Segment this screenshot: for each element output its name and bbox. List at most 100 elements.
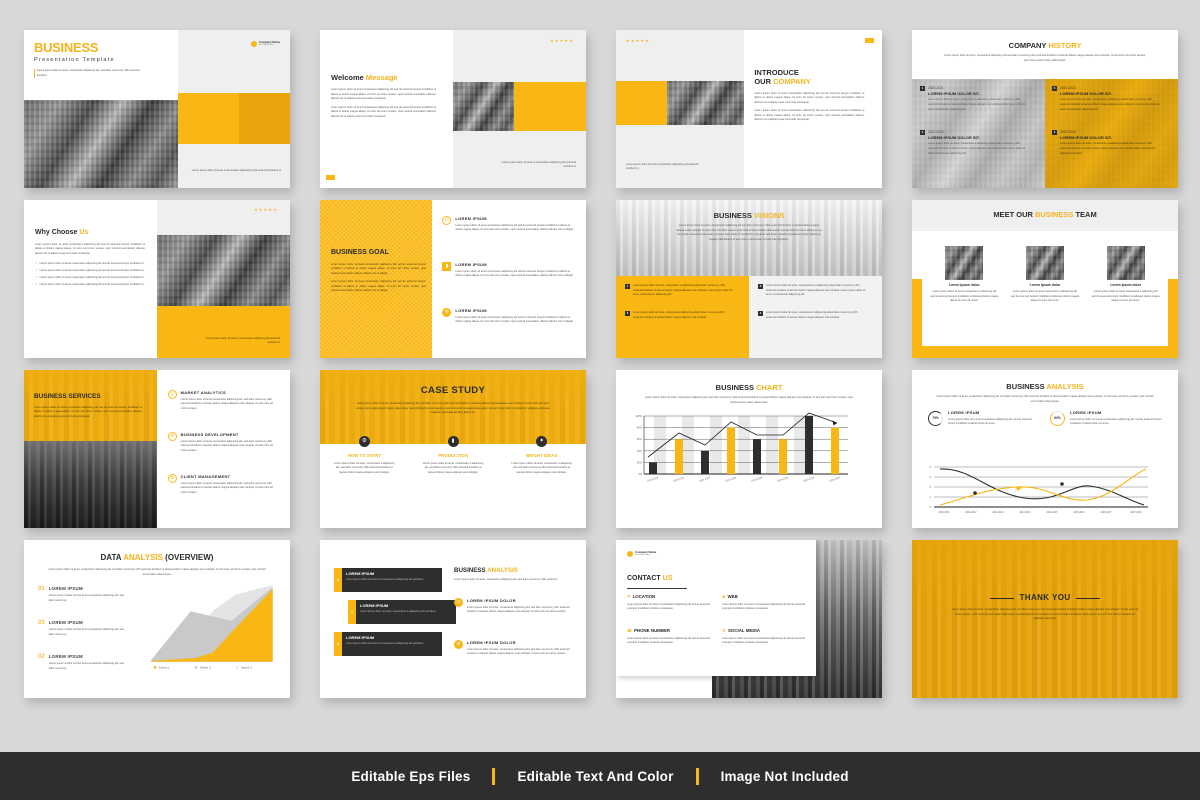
legend-label: Series 1 [159, 665, 170, 669]
contact-item[interactable]: ☎ PHONE NUMBER Lorem ipsum dolor sit ame… [627, 628, 712, 646]
history-item[interactable]: 4 2023-2024 LOREM IPSUM DOLOR SIT- Lorem… [1052, 130, 1162, 156]
analysis2-item[interactable]: ◎ LOREM IPSUM DOLOR Lorem ipsum dolor si… [454, 598, 572, 615]
page-title: BUSINESS ANALYSIS [454, 567, 518, 574]
history-item[interactable]: 2 2021-2022 LOREM IPSUM DOLOR SIT- Lorem… [920, 130, 1030, 156]
analysis2-item[interactable]: ⚙ LOREM IPSUM DOLOR Lorem ipsum dolor si… [454, 640, 572, 657]
logo-circle-icon [627, 551, 633, 558]
services-city-photo [24, 441, 157, 528]
slide-team[interactable]: MEET OUR BUSINESS TEAM Lorem Ipsum dolor… [912, 200, 1178, 358]
brand-tagline: Your Tagline Here [258, 44, 274, 47]
banner-item-3: Image Not Included [720, 768, 849, 784]
slide-business-chart[interactable]: BUSINESS CHART BUSINESS CHART Lorem ipsu… [616, 370, 882, 528]
chart-arrow-head [832, 420, 837, 426]
slide-cover[interactable]: BUSINESS Presentation Template Lorem ips… [24, 30, 290, 188]
dark-card[interactable]: 1 LOREM IPSUM Lorem ipsum dolor sit amet… [348, 600, 456, 624]
lightbulb-icon: ✦ [536, 436, 548, 447]
visions-item[interactable]: 1 Lorem ipsum dolor sit amet, consectetu… [625, 284, 733, 298]
brand-logo[interactable]: Company Name Your Tagline Here [627, 550, 656, 558]
bar-chart: 100% 80% 60% 40% 20% 0% 2019-2020 2020-2021 … [635, 412, 848, 483]
contact-item[interactable]: ⌘ SOCIAL MEDIA Lorem ipsum dolor sit ame… [722, 628, 807, 646]
slide-why-choose-us[interactable]: ★★★★★ Why Choose Us Lorem ipsum dolor si… [24, 200, 290, 358]
item-number: 1 [920, 86, 925, 91]
item-body: Lorem ipsum dolor sit amet a consectetur… [722, 636, 805, 645]
slide-business-analysis[interactable]: BUSINESS ANALYSIS Lorem ipsum dolor sit … [912, 370, 1178, 528]
item-body: Lorem ipsum dolor sit amet, consectetur … [511, 461, 572, 474]
visions-item[interactable]: 4 Lorem ipsum dolor sit amet, consectetu… [758, 311, 866, 320]
area-chart: Series 1 Series 2 Series 3 [151, 585, 273, 669]
service-item[interactable]: ⚙ BUSINESS DEVELOPMENT Lorem ipsum dolor… [167, 432, 280, 453]
slide-business-services[interactable]: BUSINESS SERVICES Lorem ipsum dolor sit … [24, 370, 290, 528]
goal-item[interactable]: ▮ LOREM IPSUM Lorem ipsum dolor sit amet… [442, 262, 574, 279]
slide-case-study[interactable]: CASE STUDY Lorem ipsum dolor sit amet, c… [320, 370, 586, 528]
history-item[interactable]: 3 2022-2023 LOREM IPSUM DOLOR SIT- Lorem… [1052, 86, 1162, 112]
page-title: BUSINESS [34, 40, 99, 55]
gear-icon: ⚙ [442, 308, 452, 317]
slide-company-history[interactable]: COMPANY HISTORY Lorem ipsum dolor sit am… [912, 30, 1178, 188]
introduce-para-1: Lorem ipsum dolor sit amet consectetur a… [754, 91, 865, 104]
brand-logo[interactable]: Company Name Your Tagline Here [250, 40, 280, 48]
svg-text:2024-2025: 2024-2025 [1047, 512, 1059, 514]
page-title-accent: ANALYSIS [1046, 382, 1084, 391]
contact-item[interactable]: ⚑ LOCATION Lorem ipsum dolor sit amet a … [627, 594, 712, 612]
team-member[interactable]: Lorem Ipsum dolor Lorem ipsum dolor sit … [930, 246, 999, 304]
item-number: 3 [758, 284, 763, 289]
goal-item[interactable]: ◴ LOREM IPSUM Lorem ipsum dolor sit amet… [442, 216, 574, 233]
slide-data-overview[interactable]: DATA ANALYSIS (OVERVIEW) Lorem ipsum dol… [24, 540, 290, 698]
dark-card[interactable]: 1 LOREM IPSUM Lorem ipsum dolor sit amet… [334, 632, 442, 656]
slide-business-goal[interactable]: BUSINESS GOAL Lorem ipsum dolor sit amet… [320, 200, 586, 358]
svg-text:100%: 100% [635, 414, 642, 418]
slide-introduce[interactable]: ★★★★★ INTRODUCE OUR COMPANY Lorem ipsum … [616, 30, 882, 188]
svg-text:2025-2026: 2025-2026 [1074, 512, 1086, 514]
service-item[interactable]: ◎ MARKET ANALYTICS Lorem ipsum dolor sit… [167, 390, 280, 411]
stars-rating-icon: ★★★★★ [626, 38, 650, 43]
analysis-stat[interactable]: 60% LOREM IPSUM Lorem ipsum dolor sit a … [1050, 410, 1162, 427]
item-heading: LOCATION [632, 594, 656, 599]
cover-caption: Lorem ipsum dolor sit amet a consectetur… [191, 169, 281, 173]
svg-text:2026-2027: 2026-2027 [829, 476, 841, 483]
item-heading: LOREM IPSUM [48, 586, 83, 591]
case-item[interactable]: ✦ BRIGHT IDEAS Lorem ipsum dolor sit ame… [497, 436, 586, 475]
item-heading: LOREM IPSUM [455, 308, 487, 313]
banner-item-1: Editable Eps Files [351, 768, 471, 784]
contact-item[interactable]: ◉ WEB Lorem ipsum dolor sit amet a conse… [722, 594, 807, 612]
visions-item[interactable]: 2 Lorem ipsum dolor sit amet, consectetu… [625, 311, 733, 320]
case-item[interactable]: ⚙ HOW TO START Lorem ipsum dolor sit ame… [320, 436, 409, 475]
stat-body: Lorem ipsum dolor sit a amet consectetur… [948, 417, 1032, 426]
dark-card[interactable]: 1 LOREM IPSUM Lorem ipsum dolor sit amet… [334, 568, 442, 592]
analysis-stat[interactable]: 75% LOREM IPSUM Lorem ipsum dolor sit a … [928, 410, 1038, 427]
item-heading: WEB [727, 594, 738, 599]
case-item[interactable]: ▮ PRODUCTION Lorem ipsum dolor sit amet,… [409, 436, 498, 475]
item-heading: LOREM IPSUM DOLOR SIT- [928, 134, 981, 140]
slide-contact-us[interactable]: Company Name Your Tagline Here CONTACT U… [616, 540, 882, 698]
chart-y-tick-labels: 4 3 2 1 0 [930, 465, 932, 509]
slide-business-visions[interactable]: BUSINESS VISIONS Lorem ipsum dolor sit a… [616, 200, 882, 358]
brand-tagline: Your Tagline Here [635, 554, 650, 557]
svg-text:60%: 60% [637, 437, 643, 441]
service-item[interactable]: ✿ CLIENT MANAGEMENT Lorem ipsum dolor si… [167, 474, 280, 495]
goal-item[interactable]: ⚙ LOREM IPSUM Lorem ipsum dolor sit amet… [442, 308, 574, 325]
slide-business-analysis-2[interactable]: 1 LOREM IPSUM Lorem ipsum dolor sit amet… [320, 540, 586, 698]
cover-title-block: BUSINESS Presentation Template Lorem ips… [34, 40, 144, 79]
page-title: DATA ANALYSIS (OVERVIEW) [100, 553, 214, 562]
slide-thank-you[interactable]: THANK YOU Lorem ipsum dolor sit amet, co… [912, 540, 1178, 698]
check-icon: ✔ [35, 275, 38, 280]
page-title-accent: COMPANY [773, 77, 811, 87]
team-member[interactable]: Lorem Ipsum dolor Lorem ipsum dolor sit … [1011, 246, 1080, 304]
member-body: Lorem ipsum dolor sit amet consectetur a… [1010, 290, 1080, 303]
visions-item[interactable]: 3 Lorem ipsum dolor sit amet, consectetu… [758, 284, 866, 298]
item-heading: MARKET ANALYTICS [180, 390, 227, 395]
overview-item[interactable]: 01 LOREM IPSUM Lorem ipsum a dolor sit h… [38, 586, 124, 603]
share-icon: ⌘ [722, 628, 726, 634]
member-name: Lorem Ipsum dolor [1029, 283, 1061, 287]
history-item[interactable]: 1 2020-2021 LOREM IPSUM DOLOR SIT- Lorem… [920, 86, 1030, 112]
slide-welcome[interactable]: ★★★★★ Welcome Message Lorem ipsum dolor … [320, 30, 586, 188]
item-number: 2 [625, 311, 630, 316]
team-member[interactable]: Lorem Ipsum dolor Lorem ipsum dolor sit … [1091, 246, 1160, 304]
card-number: 1 [348, 600, 356, 624]
avatar [945, 246, 984, 280]
check-icon: ✔ [35, 268, 38, 273]
gear-icon: ⚙ [454, 640, 463, 649]
overview-item[interactable]: 03 LOREM IPSUM Lorem ipsum a dolor sit h… [38, 620, 124, 637]
stat-value: 75% [932, 415, 939, 420]
overview-item[interactable]: 02 LOREM IPSUM Lorem ipsum a dolor sit h… [38, 654, 124, 671]
